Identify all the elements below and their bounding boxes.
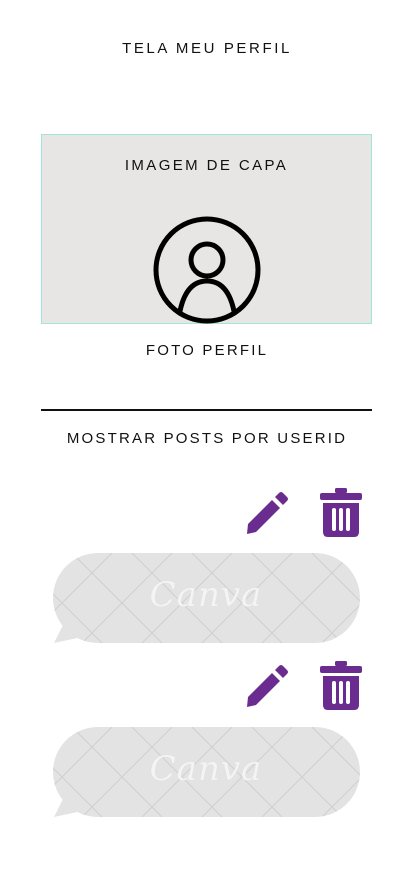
page-title: TELA MEU PERFIL <box>122 40 292 57</box>
post-item-2[interactable]: Canva <box>52 727 360 827</box>
posts-section-label: MOSTRAR POSTS POR USERID <box>66 430 348 447</box>
delete-post-2-trash-icon[interactable] <box>320 661 362 711</box>
post-2-watermark: Canva <box>149 749 263 789</box>
post-1-watermark: Canva <box>149 575 263 615</box>
delete-post-1-trash-icon[interactable] <box>320 488 362 538</box>
cover-image[interactable]: IMAGEM DE CAPA <box>41 134 372 324</box>
section-divider <box>41 409 372 411</box>
edit-post-1-pencil-icon[interactable] <box>244 492 288 536</box>
post-item-1[interactable]: Canva <box>52 553 360 653</box>
edit-post-2-pencil-icon[interactable] <box>244 665 288 709</box>
profile-avatar-icon[interactable] <box>152 215 262 325</box>
profile-photo-label: FOTO PERFIL <box>145 342 269 359</box>
cover-image-label: IMAGEM DE CAPA <box>124 157 289 174</box>
